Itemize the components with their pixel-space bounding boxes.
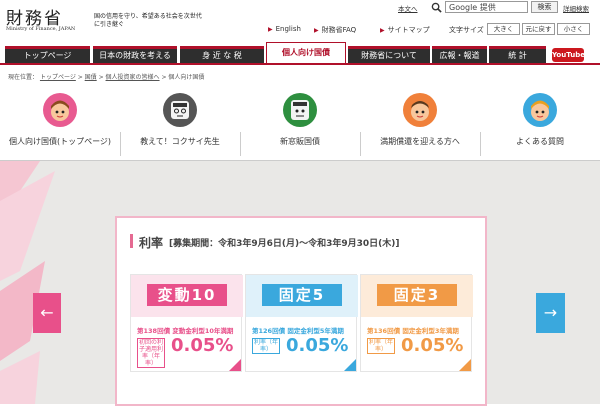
- english-link-label: English: [275, 25, 301, 33]
- nav-top-page[interactable]: トップページ: [5, 46, 90, 63]
- card-header: 変動10: [131, 275, 243, 317]
- breadcrumb-individual-investors[interactable]: 個人投資家の皆様へ: [106, 74, 160, 81]
- english-link[interactable]: ▶ English: [268, 25, 301, 33]
- rate-title: 利率: [139, 236, 164, 250]
- card-header: 固定3: [361, 275, 473, 317]
- faq-link[interactable]: ▶ 財務省FAQ: [314, 25, 356, 35]
- category-label: 満期償還を迎える方へ: [380, 137, 460, 146]
- card-rate-label: 利率（年率）: [367, 338, 395, 354]
- sitemap-link-label: サイトマップ: [387, 26, 430, 34]
- card-subtitle: 第136回債 固定金利型3年満期: [367, 327, 459, 335]
- font-reset-button[interactable]: 元に戻す: [522, 23, 555, 35]
- category-label: 教えて！コクサイ先生: [140, 137, 220, 146]
- card-subtitle: 第126回債 固定金利型5年満期: [252, 327, 344, 335]
- nav-press[interactable]: 広報・報道: [432, 46, 487, 63]
- card-header: 固定5: [246, 275, 358, 317]
- bond-character-icon: [283, 93, 317, 127]
- girl-question-icon: [523, 93, 557, 127]
- decorative-pattern: [0, 161, 55, 404]
- card-rate-value: 0.05%: [401, 335, 464, 356]
- card-badge: 固定3: [377, 284, 457, 306]
- triangle-right-icon: ▶: [380, 27, 385, 34]
- site-header: 財務省 Ministry of Finance, JAPAN 国の信用を守り、希…: [0, 0, 600, 42]
- skip-to-content-link[interactable]: 本文へ: [398, 3, 418, 13]
- font-smaller-button[interactable]: 小さく: [557, 23, 590, 35]
- card-rate-label: 利率（年率）: [252, 338, 280, 354]
- search-button[interactable]: 検索: [531, 1, 558, 13]
- youtube-icon[interactable]: YouTube: [552, 48, 585, 62]
- rate-card-fixed-5[interactable]: 固定5 第126回債 固定金利型5年満期 利率（年率） 0.05%: [245, 274, 358, 372]
- category-faq[interactable]: よくある質問: [480, 92, 600, 160]
- breadcrumb: 現在位置： トップページ > 国債 > 個人投資家の皆様へ > 個人向け国債: [8, 74, 205, 81]
- category-kokusai-sensei[interactable]: 教えて！コクサイ先生: [120, 92, 240, 160]
- search-icon: [431, 2, 442, 13]
- carousel-next-button[interactable]: →: [536, 293, 565, 333]
- tagline: 国の信用を守り、希望ある社会を次世代に引き継ぐ: [94, 13, 202, 28]
- rate-panel: 利率 [募集期間：令和3年9月6日(月)〜令和3年9月30日(木)] 変動10 …: [115, 216, 487, 406]
- card-rate-value: 0.05%: [171, 335, 234, 356]
- category-retail-top[interactable]: 個人向け国債(トップページ): [0, 92, 120, 160]
- category-label: 個人向け国債(トップページ): [8, 137, 112, 146]
- font-larger-button[interactable]: 大きく: [487, 23, 520, 35]
- nav-underline: [0, 63, 600, 65]
- advanced-search-link[interactable]: 詳細検索: [563, 3, 589, 13]
- category-label: よくある質問: [516, 137, 564, 146]
- category-maturity-redemption[interactable]: 満期償還を迎える方へ: [360, 92, 480, 160]
- card-corner-arrow-icon: [229, 359, 241, 371]
- nav-about-mof[interactable]: 財務省について: [348, 46, 430, 63]
- carousel-prev-button[interactable]: ←: [33, 293, 61, 333]
- carousel-stage: 利率 [募集期間：令和3年9月6日(月)〜令和3年9月30日(木)] 変動10 …: [0, 161, 600, 406]
- card-rate-value: 0.05%: [286, 335, 349, 356]
- card-badge: 固定5: [262, 284, 342, 306]
- rate-card-fixed-3[interactable]: 固定3 第136回債 固定金利型3年満期 利率（年率） 0.05%: [360, 274, 473, 372]
- category-new-jgb[interactable]: 新窓販国債: [240, 92, 360, 160]
- nav-statistics[interactable]: 統 計: [489, 46, 546, 63]
- rate-period: [募集期間：令和3年9月6日(月)〜令和3年9月30日(木)]: [169, 239, 400, 249]
- breadcrumb-top[interactable]: トップページ: [40, 74, 76, 81]
- card-corner-arrow-icon: [459, 359, 471, 371]
- search-input[interactable]: Google 提供: [445, 1, 528, 13]
- card-subtitle: 第138回債 変動金利型10年満期: [137, 327, 234, 335]
- nav-japan-finance[interactable]: 日本の財政を考える: [93, 46, 177, 63]
- card-corner-arrow-icon: [344, 359, 356, 371]
- breadcrumb-prefix: 現在位置：: [8, 74, 39, 81]
- triangle-right-icon: ▶: [268, 26, 273, 33]
- teacher-character-icon: [163, 93, 197, 127]
- card-rate-label: 初回の利子適用利率（年率）: [137, 338, 165, 368]
- girl-character-icon: [43, 93, 77, 127]
- font-size-label: 文字サイズ: [449, 26, 484, 34]
- rate-title-bar: [130, 234, 133, 248]
- triangle-right-icon: ▶: [314, 27, 319, 34]
- card-badge: 変動10: [147, 284, 227, 306]
- nav-retail-jgb[interactable]: 個人向け国債: [266, 42, 346, 63]
- category-menu: 個人向け国債(トップページ) 教えて！コクサイ先生 新窓販国債 満期償還を迎える…: [0, 92, 600, 160]
- logo-english: Ministry of Finance, JAPAN: [6, 26, 76, 32]
- breadcrumb-jgb[interactable]: 国債: [85, 74, 97, 81]
- sitemap-link[interactable]: ▶ サイトマップ: [380, 25, 430, 35]
- man-character-icon: [403, 93, 437, 127]
- category-label: 新窓販国債: [280, 137, 320, 146]
- nav-tax[interactable]: 身 近 な 税: [180, 46, 264, 63]
- faq-link-label: 財務省FAQ: [321, 26, 357, 34]
- rate-card-floating-10[interactable]: 変動10 第138回債 変動金利型10年満期 初回の利子適用利率（年率） 0.0…: [130, 274, 243, 372]
- breadcrumb-current: 個人向け国債: [168, 74, 205, 81]
